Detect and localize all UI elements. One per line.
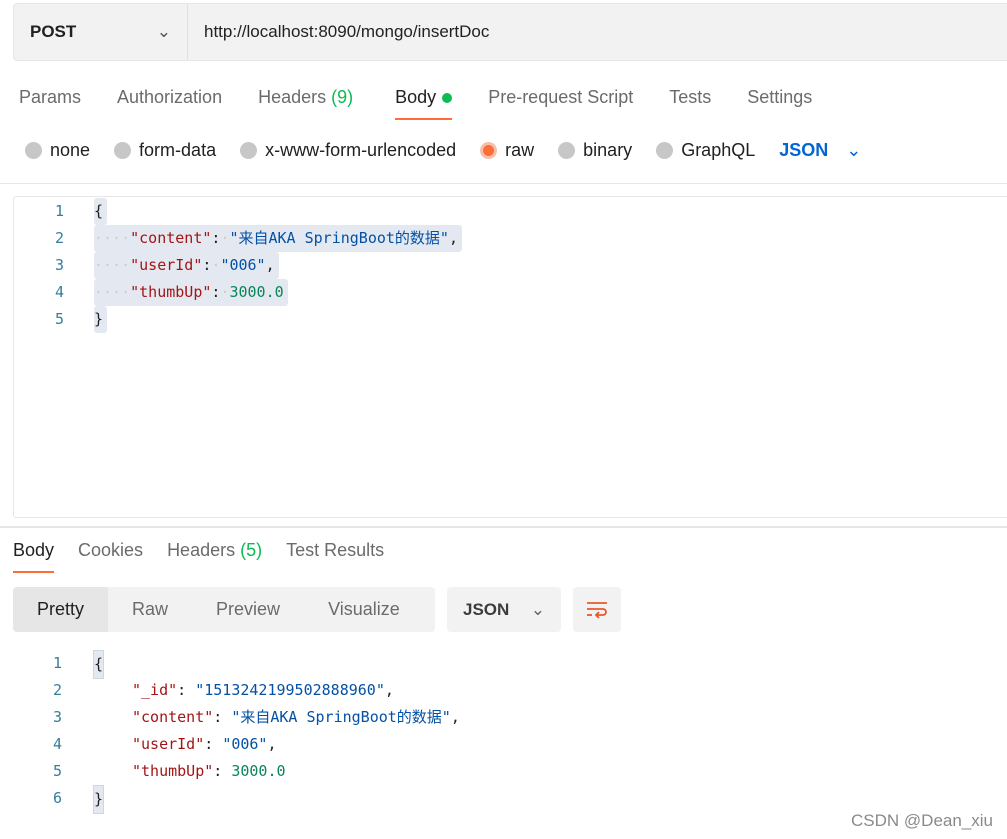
brace: { (94, 202, 104, 220)
chevron-down-icon: ⌄ (156, 22, 171, 41)
tab-headers[interactable]: Headers (9) (258, 87, 353, 120)
line-number: 1 (52, 654, 62, 672)
radio-label: binary (583, 140, 633, 160)
method-select[interactable]: POST ⌄ (14, 4, 188, 60)
watermark: CSDN @Dean_xiu (851, 811, 993, 830)
line-number: 1 (54, 202, 64, 220)
code-line: { (94, 198, 108, 225)
response-format-select[interactable]: JSON ⌄ (447, 587, 561, 632)
radio-label: x-www-form-urlencoded (265, 140, 457, 160)
json-key: "userId" (132, 735, 205, 753)
brace: } (93, 785, 105, 814)
radio-label: GraphQL (681, 140, 756, 160)
radio-icon (656, 142, 674, 159)
radio-binary[interactable]: binary (558, 140, 632, 161)
url-bar: POST ⌄ http://localhost:8090/mongo/insert… (13, 3, 1007, 61)
pane-resize-handle[interactable] (0, 526, 1007, 528)
status-dot-icon (442, 93, 453, 104)
code-line: ····"content":·"来自AKA SpringBoot的数据", (94, 225, 462, 252)
line-number: 2 (52, 681, 62, 699)
headers-count: (5) (240, 540, 263, 560)
radio-icon (558, 142, 576, 159)
json-key: "content" (130, 229, 212, 247)
line-number: 3 (54, 256, 64, 274)
radio-none[interactable]: none (25, 140, 90, 161)
format-select[interactable]: JSON ⌄ (779, 140, 861, 161)
view-visualize-button[interactable]: Visualize (304, 587, 424, 632)
code-line: "thumbUp": 3000.0 (132, 762, 286, 780)
json-value: "006" (222, 735, 268, 753)
json-value: "1513242199502888960" (195, 681, 385, 699)
code-line: ····"userId":·"006", (94, 252, 279, 279)
view-mode-group: Pretty Raw Preview Visualize (13, 587, 435, 632)
radio-raw[interactable]: raw (480, 140, 534, 161)
tab-response-headers[interactable]: Headers (5) (167, 540, 262, 573)
chevron-down-icon: ⌄ (530, 599, 545, 619)
request-body-editor[interactable]: 1 { 2 ····"content":·"来自AKA SpringBoot的数据"… (13, 196, 1007, 518)
radio-label: raw (505, 140, 535, 160)
radio-label: form-data (139, 140, 217, 160)
radio-selected-icon (480, 142, 498, 159)
line-number: 4 (52, 735, 62, 753)
code-line: ····"thumbUp":·3000.0 (94, 279, 288, 306)
tab-settings[interactable]: Settings (747, 87, 812, 120)
json-value: "006" (220, 256, 266, 274)
response-tabs: Body Cookies Headers (5) Test Results (13, 540, 384, 573)
radio-label: none (50, 140, 91, 160)
view-preview-button[interactable]: Preview (192, 587, 304, 632)
code-line: "content": "来自AKA SpringBoot的数据", (132, 708, 460, 726)
json-value: "来自AKA SpringBoot的数据" (231, 708, 451, 726)
wrap-lines-icon (587, 601, 607, 619)
wrap-lines-button[interactable] (573, 587, 621, 632)
code-line: "_id": "1513242199502888960", (132, 681, 394, 699)
json-key: "_id" (132, 681, 178, 699)
tab-label: Headers (167, 540, 236, 560)
json-value: 3000.0 (231, 762, 286, 780)
line-number: 5 (52, 762, 62, 780)
format-label: JSON (463, 599, 510, 619)
json-key: "thumbUp" (132, 762, 214, 780)
json-key: "userId" (130, 256, 203, 274)
view-raw-button[interactable]: Raw (108, 587, 192, 632)
line-number: 6 (52, 789, 62, 807)
tab-cookies[interactable]: Cookies (78, 540, 143, 573)
tab-authorization[interactable]: Authorization (117, 87, 222, 120)
radio-icon (240, 142, 258, 159)
brace: { (93, 650, 105, 679)
radio-x-www-form-urlencoded[interactable]: x-www-form-urlencoded (240, 140, 456, 161)
tab-body[interactable]: Body (395, 87, 453, 120)
tab-params[interactable]: Params (19, 87, 81, 120)
chevron-down-icon: ⌄ (846, 140, 862, 160)
divider (0, 183, 1007, 184)
radio-graphql[interactable]: GraphQL (656, 140, 755, 161)
response-body-viewer: 1 { 2 "_id": "1513242199502888960", 3 "cont… (0, 650, 1007, 814)
body-type-radios: none form-data x-www-form-urlencoded raw… (25, 140, 861, 161)
json-key: "thumbUp" (130, 283, 212, 301)
line-number: 3 (52, 708, 62, 726)
tab-response-body[interactable]: Body (13, 540, 55, 573)
method-label: POST (30, 22, 77, 41)
line-number: 2 (54, 229, 64, 247)
radio-icon (25, 142, 42, 159)
format-label: JSON (779, 140, 829, 160)
tab-test-results[interactable]: Test Results (286, 540, 384, 573)
headers-count: (9) (331, 87, 354, 107)
view-pretty-button[interactable]: Pretty (13, 587, 109, 632)
json-value: 3000.0 (229, 283, 284, 301)
line-number: 5 (54, 310, 64, 328)
line-number: 4 (54, 283, 64, 301)
brace: } (94, 310, 104, 328)
tab-pre-request-script[interactable]: Pre-request Script (488, 87, 633, 120)
json-key: "content" (132, 708, 214, 726)
code-line: } (94, 306, 108, 333)
url-input[interactable]: http://localhost:8090/mongo/insertDoc (188, 22, 489, 42)
radio-icon (114, 142, 132, 159)
tab-tests[interactable]: Tests (669, 87, 711, 120)
tab-label: Headers (258, 87, 327, 107)
json-value: "来自AKA SpringBoot的数据" (229, 229, 449, 247)
tab-label: Body (395, 87, 437, 107)
request-tabs: Params Authorization Headers (9) Body Pr… (19, 87, 812, 120)
code-line: "userId": "006", (132, 735, 277, 753)
radio-form-data[interactable]: form-data (114, 140, 216, 161)
